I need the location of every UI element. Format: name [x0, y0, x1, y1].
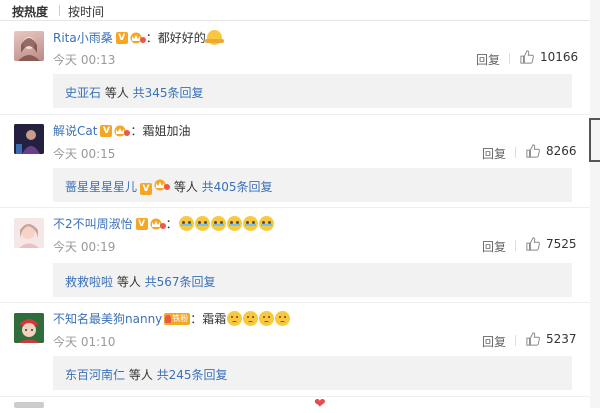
heart-emoji-icon	[314, 396, 329, 413]
avatar-image	[14, 218, 44, 248]
username[interactable]: 不2不叫周淑怡	[53, 215, 133, 232]
avatar-image	[18, 37, 40, 61]
reply-summary: 救救啦啦 等人 共567条回复	[65, 273, 216, 290]
vip-crown-icon	[130, 32, 146, 44]
fan-badge: 铁粉	[164, 312, 191, 325]
reply-button[interactable]: 回复	[476, 51, 500, 68]
view-replies-link[interactable]: 共245条回复	[157, 368, 228, 382]
like-count: 7525	[546, 237, 577, 251]
crying-emoji-icon	[194, 216, 210, 231]
sad-emoji-icon	[243, 311, 259, 326]
reply-suffix: 等人	[125, 368, 157, 382]
action-separator	[515, 335, 516, 346]
sort-bar-divider	[0, 20, 600, 21]
verified-v-icon: V	[135, 217, 148, 230]
sort-by-time-tab[interactable]: 按时间	[68, 3, 104, 20]
reply-author[interactable]: 救救啦啦	[65, 275, 113, 289]
reply-button[interactable]: 回复	[482, 238, 506, 255]
sad-emoji-icon	[275, 311, 291, 326]
sad-emoji-icon	[227, 311, 243, 326]
action-separator	[515, 147, 516, 158]
comment-header: Rita小雨桑 V ：都好好的	[53, 29, 224, 46]
comment-header: 解说Cat V ：霜姐加油	[53, 122, 190, 139]
adjacent-panel-glyph	[589, 118, 600, 162]
reply-suffix: 等人	[170, 180, 202, 194]
comment-time: 今天 00:19	[53, 240, 116, 254]
hug-emoji-icon	[204, 30, 224, 45]
like-count: 10166	[540, 50, 579, 64]
avatar-image	[14, 313, 44, 343]
reply-summary: 东百河南仁 等人 共245条回复	[65, 366, 228, 383]
crying-emoji-icon	[242, 216, 258, 231]
vip-crown-icon	[150, 218, 166, 230]
avatar[interactable]	[14, 124, 44, 154]
reply-button[interactable]: 回复	[482, 145, 506, 162]
vip-crown-icon	[114, 125, 131, 137]
avatar-image	[14, 124, 44, 154]
reply-author[interactable]: 史亚石	[65, 86, 101, 100]
comment-divider	[0, 302, 600, 303]
view-replies-link[interactable]: 共405条回复	[202, 180, 273, 194]
like-button[interactable]: 7525	[526, 237, 577, 251]
comment-time: 今天 00:15	[53, 147, 116, 161]
reply-summary-box[interactable]: 蔷星星星星儿 V 等人 共405条回复	[53, 168, 572, 202]
action-separator	[515, 240, 516, 251]
comment-divider	[0, 396, 600, 397]
comment-text: ：霜霜	[190, 312, 227, 326]
reply-button[interactable]: 回复	[482, 333, 506, 350]
like-count: 8266	[546, 144, 577, 158]
sad-emoji-icon	[259, 311, 275, 326]
like-button[interactable]: 10166	[520, 50, 578, 64]
like-count: 5237	[546, 332, 577, 346]
reply-suffix: 等人	[101, 86, 133, 100]
view-replies-link[interactable]: 共345条回复	[133, 86, 204, 100]
like-button[interactable]: 8266	[526, 144, 577, 158]
reply-summary: 蔷星星星星儿 V 等人 共405条回复	[65, 178, 273, 195]
reply-suffix: 等人	[113, 275, 145, 289]
reply-summary-box[interactable]: 救救啦啦 等人 共567条回复	[53, 263, 572, 297]
vip-crown-icon	[154, 179, 171, 191]
reply-summary-box[interactable]: 史亚石 等人 共345条回复	[53, 74, 572, 108]
comment-divider	[0, 114, 600, 115]
comment-text: ：都好好的	[145, 31, 206, 45]
thumbs-up-icon	[526, 237, 540, 251]
like-button[interactable]: 5237	[526, 332, 577, 346]
reply-author[interactable]: 蔷星星星星儿	[65, 180, 137, 194]
sort-by-hot-tab[interactable]: 按热度	[12, 3, 48, 20]
comment-time: 今天 00:13	[53, 53, 116, 67]
reply-author[interactable]: 东百河南仁	[65, 368, 125, 382]
sort-bar: 按热度 按时间	[0, 0, 600, 20]
crying-emoji-icon	[226, 216, 242, 231]
adjacent-panel-edge	[590, 0, 600, 408]
crying-emoji-icon	[178, 216, 194, 231]
avatar[interactable]	[14, 218, 44, 248]
verified-v-icon: V	[115, 31, 128, 44]
comment-text: ：霜姐加油	[130, 124, 191, 138]
view-replies-link[interactable]: 共567条回复	[145, 275, 216, 289]
comment-header: 不2不叫周淑怡 V ：	[53, 215, 274, 232]
username[interactable]: 解说Cat	[53, 122, 97, 139]
reply-summary-box[interactable]: 东百河南仁 等人 共245条回复	[53, 356, 572, 390]
crying-emoji-icon	[258, 216, 274, 231]
comment-text: ：	[165, 217, 178, 231]
verified-v-icon: V	[140, 183, 153, 195]
username[interactable]: 不知名最美狗nanny	[53, 310, 162, 327]
username[interactable]: Rita小雨桑	[53, 29, 113, 46]
reply-summary: 史亚石 等人 共345条回复	[65, 84, 204, 101]
action-separator	[509, 53, 510, 64]
crying-emoji-icon	[210, 216, 226, 231]
thumbs-up-icon	[520, 50, 534, 64]
avatar[interactable]	[14, 313, 44, 343]
thumbs-up-icon	[526, 144, 540, 158]
comment-header: 不知名最美狗nanny 铁粉 ：霜霜	[53, 310, 291, 327]
avatar[interactable]	[14, 402, 44, 408]
comment-time: 今天 01:10	[53, 335, 116, 349]
thumbs-up-icon	[526, 332, 540, 346]
verified-v-icon: V	[100, 124, 113, 137]
comment-divider	[0, 207, 600, 208]
sort-divider	[59, 5, 60, 16]
avatar[interactable]	[14, 31, 44, 61]
